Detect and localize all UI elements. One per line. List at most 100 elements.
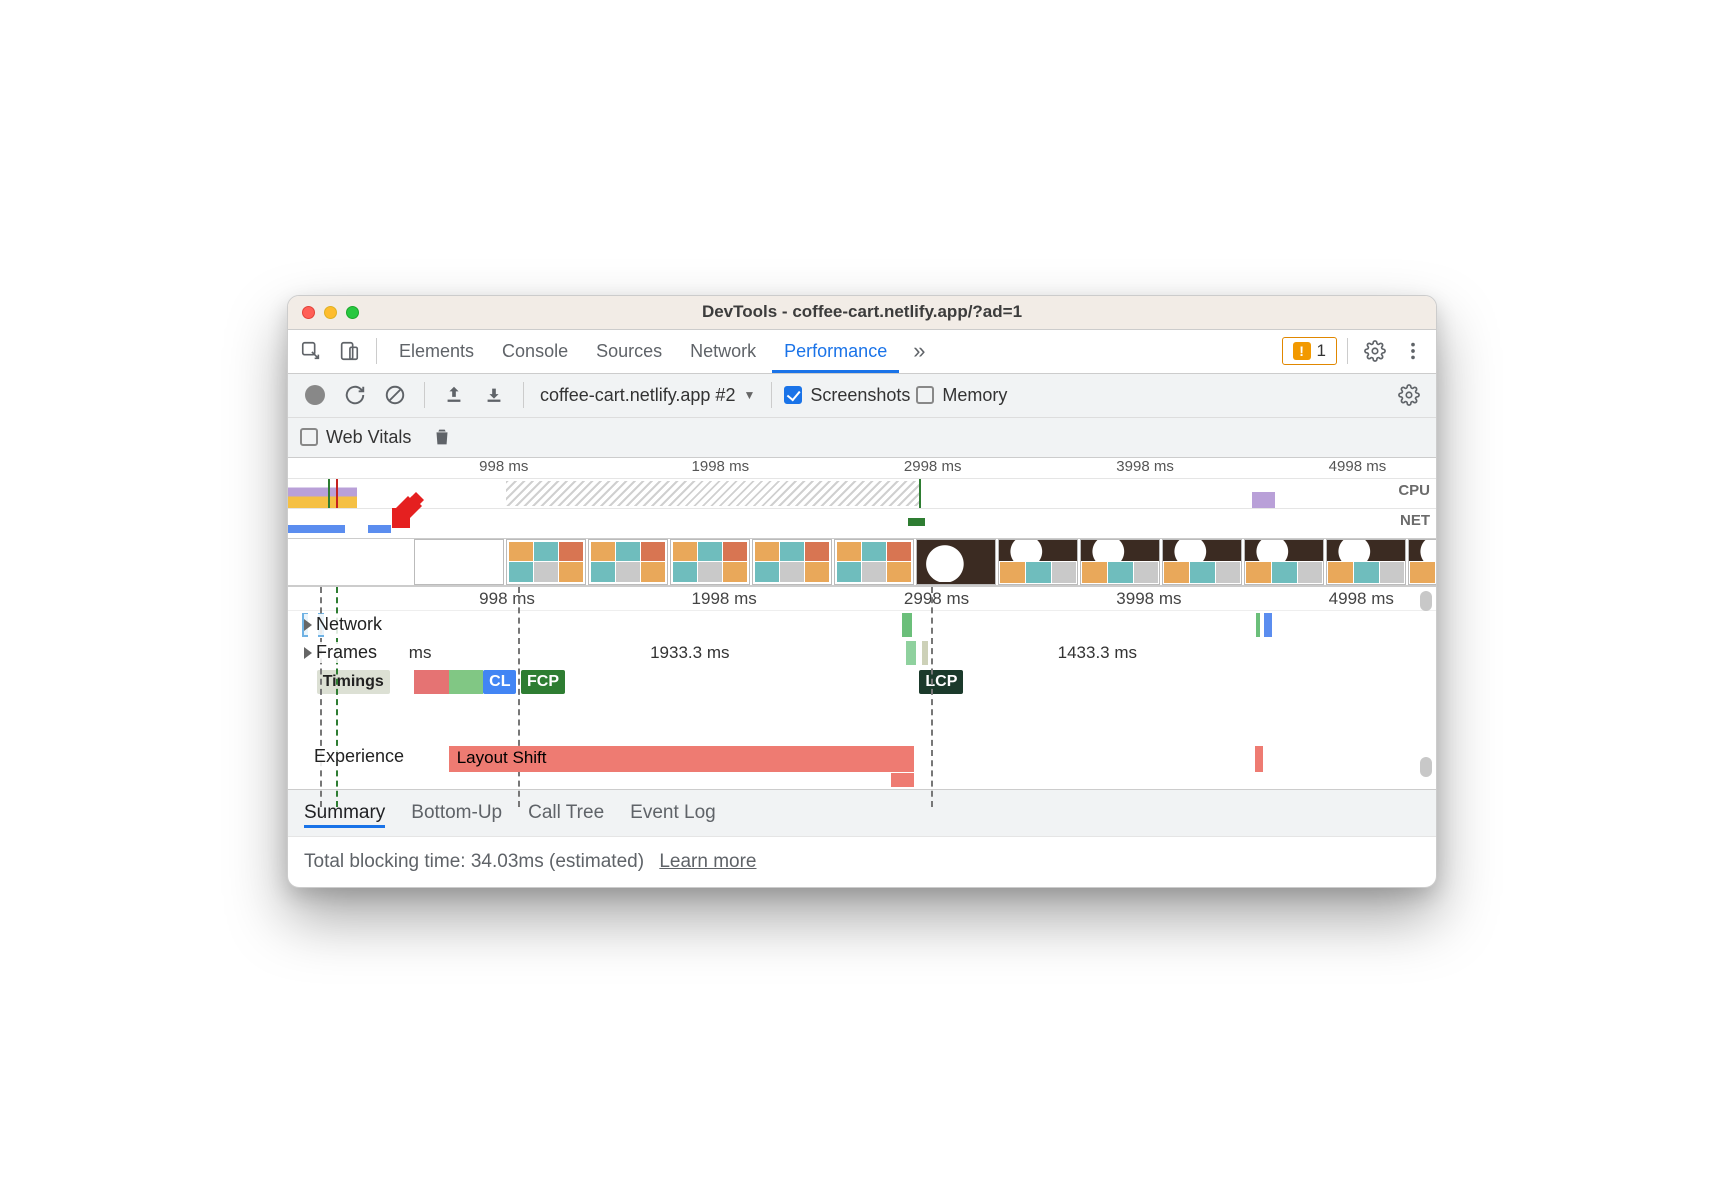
lcp-marker[interactable]: LCP [919,670,963,694]
main-ruler: 998 ms 1998 ms 2998 ms 3998 ms 4998 ms [288,587,1436,611]
flamechart-pane[interactable]: 998 ms 1998 ms 2998 ms 3998 ms 4998 ms N… [288,587,1436,789]
learn-more-link[interactable]: Learn more [659,851,756,872]
clear-button[interactable] [378,378,412,412]
screenshot-thumb[interactable] [588,539,668,585]
ruler-tick: 3998 ms [1116,589,1181,609]
net-lane-label: NET [1398,512,1432,529]
screenshot-thumb[interactable] [506,539,586,585]
separator [376,338,377,364]
experience-track[interactable]: Experience Layout Shift [288,743,1436,775]
tab-bottom-up[interactable]: Bottom-Up [411,798,502,828]
performance-toolbar-2: Web Vitals [288,418,1436,458]
ruler-tick: 3998 ms [1116,458,1174,475]
layout-shift-event[interactable] [891,773,914,787]
ruler-tick: 998 ms [479,458,528,475]
frame-segment[interactable]: ms [403,642,466,664]
settings-icon[interactable] [1358,334,1392,368]
checkbox-icon [784,386,802,404]
tab-network[interactable]: Network [678,330,768,373]
separator [771,382,772,408]
layout-shift-event[interactable] [1255,746,1263,772]
load-profile-icon[interactable] [437,378,471,412]
tab-console[interactable]: Console [490,330,580,373]
tab-summary[interactable]: Summary [304,798,385,828]
timings-track[interactable]: Timings CL FCP LCP [288,667,1436,697]
capture-settings-icon[interactable] [1392,378,1426,412]
scrollbar-thumb[interactable] [1420,591,1432,611]
record-button[interactable] [298,378,332,412]
details-tabs: Summary Bottom-Up Call Tree Event Log [288,789,1436,836]
save-profile-icon[interactable] [477,378,511,412]
cpu-activity [1252,492,1275,508]
tab-elements[interactable]: Elements [387,330,486,373]
screenshot-thumb[interactable] [414,539,504,585]
fcp-marker[interactable]: FCP [521,670,565,694]
dropdown-icon: ▼ [743,388,755,402]
filmstrip[interactable] [288,538,1436,586]
frame-segment[interactable]: 1933.3 ms [472,642,908,664]
device-toolbar-icon[interactable] [332,334,366,368]
network-track[interactable]: Network [288,611,1436,639]
checkbox-icon [916,386,934,404]
frames-track[interactable]: Frames ms 1933.3 ms 1433.3 ms [288,639,1436,667]
experience-label: Experience [310,746,408,767]
devtools-window: DevTools - coffee-cart.netlify.app/?ad=1… [287,295,1437,888]
ruler-tick: 1998 ms [692,458,750,475]
disclosure-icon[interactable] [304,647,312,659]
collect-garbage-icon[interactable] [425,420,459,454]
screenshot-thumb[interactable] [1408,539,1436,585]
screenshot-thumb[interactable] [1326,539,1406,585]
scrollbar-thumb[interactable] [1420,757,1432,777]
more-tabs-button[interactable]: » [903,338,935,364]
warning-icon: ! [1293,342,1311,360]
timings-label: Timings [317,670,390,694]
cl-marker[interactable]: CL [483,670,516,694]
performance-toolbar: coffee-cart.netlify.app #2 ▼ Screenshots… [288,374,1436,418]
screenshot-thumb[interactable] [1080,539,1160,585]
screenshot-thumb[interactable] [670,539,750,585]
network-event[interactable] [902,613,912,637]
checkbox-icon [300,428,318,446]
timing-segment[interactable] [449,670,483,694]
network-event[interactable] [1256,613,1260,637]
reload-record-button[interactable] [338,378,372,412]
cpu-lane: CPU [288,478,1436,508]
issues-badge[interactable]: ! 1 [1282,337,1337,365]
screenshot-thumb[interactable] [834,539,914,585]
window-title: DevTools - coffee-cart.netlify.app/?ad=1 [288,302,1436,322]
profile-selector[interactable]: coffee-cart.netlify.app #2 ▼ [536,385,759,406]
layout-shift-event[interactable]: Layout Shift [449,746,914,772]
screenshot-thumb[interactable] [752,539,832,585]
network-event[interactable] [1264,613,1272,637]
frame-mark[interactable] [906,641,916,665]
frame-mark[interactable] [922,641,928,665]
separator [523,382,524,408]
screenshot-thumb[interactable] [998,539,1078,585]
ruler-tick: 4998 ms [1329,589,1394,609]
kebab-menu-icon[interactable] [1396,334,1430,368]
annotation-arrow-icon [386,486,434,539]
screenshot-thumb[interactable] [916,539,996,585]
overview-ruler: 998 ms 1998 ms 2998 ms 3998 ms 4998 ms [288,458,1436,478]
issues-count: 1 [1317,341,1326,361]
memory-checkbox[interactable]: Memory [916,385,1007,406]
marker-line [336,479,338,508]
long-task-region [506,481,919,506]
ruler-tick: 2998 ms [904,589,969,609]
tab-performance[interactable]: Performance [772,330,899,373]
screenshot-thumb[interactable] [1162,539,1242,585]
overview-pane[interactable]: 998 ms 1998 ms 2998 ms 3998 ms 4998 ms C… [288,458,1436,587]
screenshots-checkbox[interactable]: Screenshots [784,385,910,406]
tab-event-log[interactable]: Event Log [630,798,716,828]
screenshot-thumb[interactable] [1244,539,1324,585]
ruler-tick: 998 ms [479,589,535,609]
net-lane: NET [288,508,1436,538]
disclosure-icon[interactable] [304,619,312,631]
ruler-tick: 4998 ms [1329,458,1387,475]
inspect-element-icon[interactable] [294,334,328,368]
tab-sources[interactable]: Sources [584,330,674,373]
timing-segment[interactable] [414,670,448,694]
tab-call-tree[interactable]: Call Tree [528,798,604,828]
web-vitals-checkbox[interactable]: Web Vitals [300,427,411,448]
frame-segment[interactable]: 1433.3 ms [942,642,1252,664]
